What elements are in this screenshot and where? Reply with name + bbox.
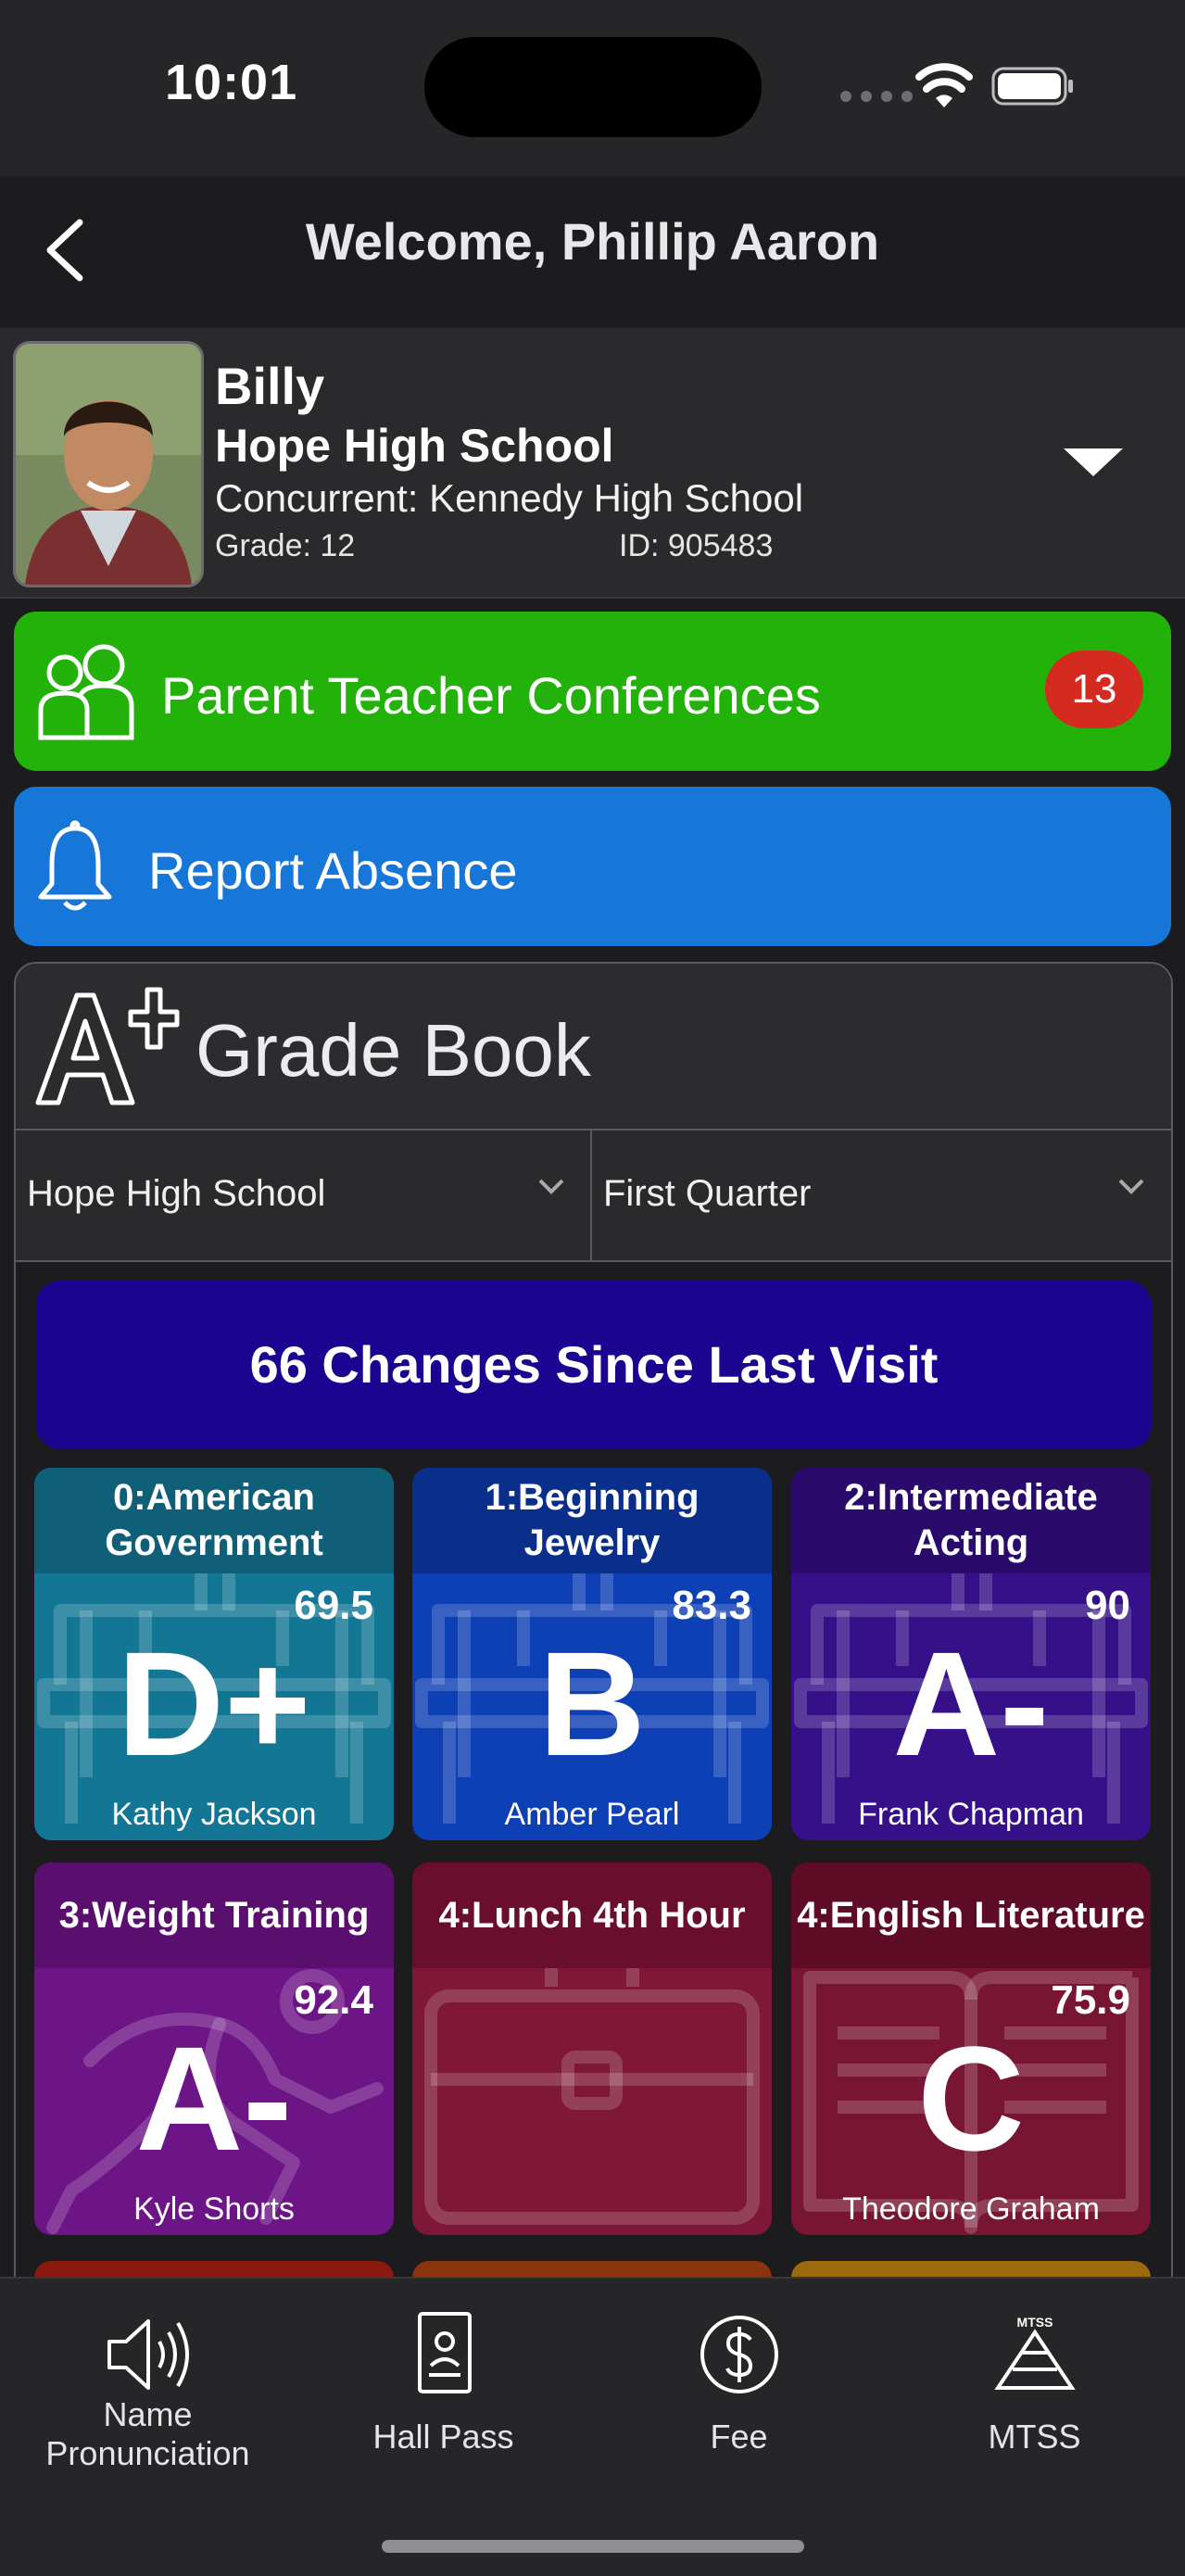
page-title: Welcome, Phillip Aaron (305, 212, 880, 271)
dynamic-island (424, 37, 762, 137)
class-teacher: Frank Chapman (858, 1797, 1084, 1832)
class-name: 2:Intermediate Acting (791, 1468, 1151, 1573)
class-letter-grade: D+ (117, 1621, 311, 1787)
class-tile[interactable]: 3:Weight Training 92.4 A- Kyle Shorts (34, 1863, 394, 2235)
class-letter-grade: A- (135, 2015, 293, 2181)
class-name: 4:English Literature (791, 1863, 1151, 1968)
tab-label: Fee (710, 2418, 768, 2456)
concurrent-school: Concurrent: Kennedy High School (215, 476, 804, 520)
class-tile[interactable]: 1:Beginning Jewelry 83.3 B Amber Pearl (412, 1468, 772, 1840)
changes-since-last-visit-banner[interactable]: 66 Changes Since Last Visit (36, 1281, 1152, 1449)
class-percent: 90 (1085, 1583, 1130, 1628)
home-indicator (382, 2540, 804, 2553)
tab-label: Hall Pass (372, 2418, 514, 2456)
class-teacher: Theodore Graham (842, 2191, 1100, 2227)
hall-pass-icon (418, 2312, 472, 2393)
battery-icon (991, 67, 1073, 106)
student-photo (13, 341, 204, 587)
class-letter-grade: B (538, 1621, 646, 1787)
gradebook-header (16, 964, 1171, 1130)
school-select[interactable]: Hope High School (16, 1130, 592, 1262)
bottom-tab-bar: Name Pronunciation Hall Pass Fee MTSS MT… (0, 2277, 1185, 2576)
tab-label: Name Pronunciation (45, 2395, 250, 2472)
report-absence-label: Report Absence (148, 841, 518, 900)
term-select-value: First Quarter (603, 1173, 812, 1214)
class-percent: 75.9 (1051, 1977, 1130, 2023)
class-name: 4:Lunch 4th Hour (412, 1863, 772, 1968)
cellular-signal-icon (840, 91, 913, 102)
chevron-down-icon (1118, 1179, 1144, 1194)
class-name: 1:Beginning Jewelry (412, 1468, 772, 1573)
class-tile[interactable]: 4:Lunch 4th Hour (412, 1863, 772, 2235)
student-id: ID: 905483 (619, 528, 774, 563)
a-plus-grade-icon (35, 987, 180, 1105)
conferences-label: Parent Teacher Conferences (161, 666, 821, 725)
chevron-down-icon (538, 1179, 564, 1194)
wifi-icon (915, 63, 973, 107)
class-teacher: Amber Pearl (504, 1797, 680, 1832)
bell-icon (38, 820, 112, 911)
class-percent: 83.3 (672, 1583, 751, 1628)
class-tile[interactable]: 0:American Government 69.5 D+ Kathy Jackson (34, 1468, 394, 1840)
school-select-value: Hope High School (27, 1173, 326, 1214)
student-switch-dropdown-icon[interactable] (1064, 448, 1123, 476)
term-select[interactable]: First Quarter (592, 1130, 1171, 1262)
tab-label: MTSS (988, 2418, 1081, 2456)
gradebook-title: Grade Book (195, 1009, 591, 1092)
class-percent: 92.4 (294, 1977, 373, 2023)
briefcase-icon (424, 1968, 760, 2225)
class-name: 0:American Government (34, 1468, 394, 1573)
student-grade: Grade: 12 (215, 528, 356, 563)
people-icon (38, 644, 134, 740)
status-time: 10:01 (165, 55, 298, 110)
svg-text:MTSS: MTSS (1017, 2315, 1053, 2330)
student-name: Billy (215, 357, 325, 415)
class-tile[interactable]: 2:Intermediate Acting 90 A- Frank Chapman (791, 1468, 1151, 1840)
class-letter-grade: C (917, 2015, 1025, 2181)
class-name: 3:Weight Training (34, 1863, 394, 1968)
class-letter-grade: A- (892, 1621, 1050, 1787)
mtss-pyramid-icon: MTSS (994, 2315, 1076, 2390)
speaker-icon (107, 2319, 189, 2390)
dollar-icon (700, 2316, 778, 2393)
class-tile[interactable]: 4:English Literature 75.9 C Theodore Graham (791, 1863, 1151, 2235)
conferences-count-badge: 13 (1045, 650, 1143, 728)
student-school: Hope High School (215, 420, 614, 472)
class-teacher: Kathy Jackson (111, 1797, 317, 1832)
class-teacher: Kyle Shorts (133, 2191, 295, 2227)
